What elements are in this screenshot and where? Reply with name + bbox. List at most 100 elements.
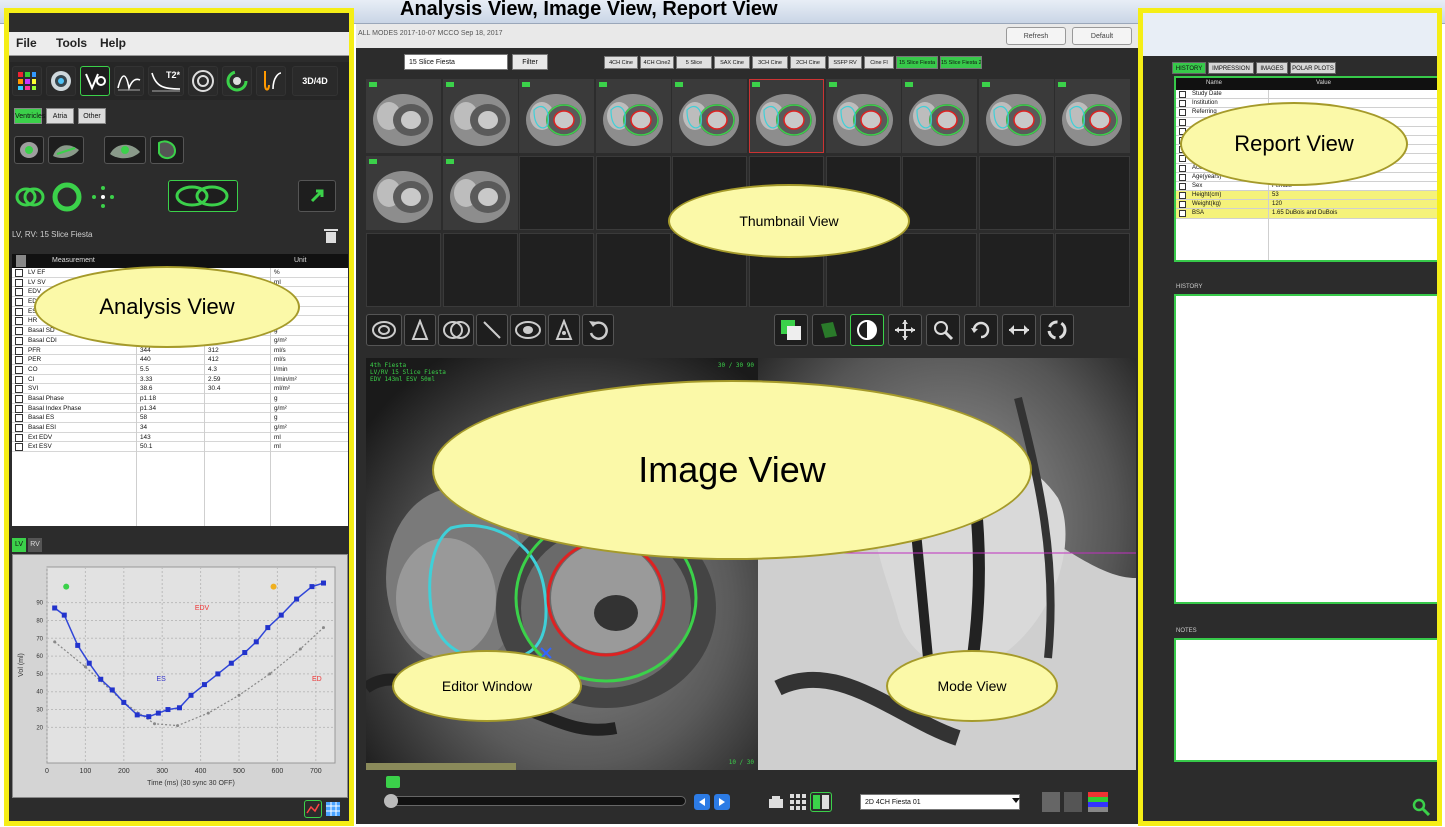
t2-star-icon[interactable]: T2* — [148, 66, 184, 96]
lv-epi-icon[interactable] — [50, 180, 84, 214]
row-checkbox[interactable] — [15, 317, 23, 326]
report-checkbox[interactable] — [1179, 173, 1186, 181]
view-mode-1-icon[interactable] — [1042, 792, 1060, 812]
thumbnail[interactable] — [366, 233, 441, 307]
3d4d-icon[interactable]: 3D/4D — [292, 66, 338, 96]
table-view-icon[interactable] — [324, 800, 342, 818]
3d-segment-icon[interactable] — [104, 136, 146, 164]
cine-slider[interactable] — [386, 796, 686, 806]
auto-segment-icon[interactable] — [48, 136, 84, 164]
report-checkbox[interactable] — [1179, 192, 1186, 200]
tab-impression[interactable]: IMPRESSION — [1208, 62, 1254, 74]
reset-icon[interactable] — [1040, 314, 1074, 346]
row-checkbox[interactable] — [15, 424, 23, 432]
flow-analysis-icon[interactable] — [256, 66, 286, 96]
series-chip[interactable]: 5 Slice — [676, 56, 712, 69]
thumbnail[interactable] — [595, 233, 671, 307]
endo-contour-icon[interactable] — [366, 314, 402, 346]
tab-history[interactable]: HISTORY — [1172, 62, 1206, 74]
thumbnail[interactable] — [366, 79, 441, 153]
mode-view-select[interactable]: 2D 4CH Fiesta 01 — [860, 794, 1020, 810]
thumbnail[interactable] — [442, 79, 518, 153]
filter-button[interactable]: Filter — [512, 54, 548, 70]
thumbnail[interactable] — [519, 233, 595, 307]
series-chip[interactable]: 3CH Cine — [752, 56, 788, 69]
graph-view-icon[interactable] — [304, 800, 322, 818]
zoom-icon[interactable] — [926, 314, 960, 346]
row-checkbox[interactable] — [15, 443, 23, 452]
report-value[interactable]: 53 — [1272, 191, 1279, 200]
thumbnail[interactable] — [519, 79, 595, 153]
table-row[interactable]: PER 440 412 ml/s — [12, 355, 348, 365]
rv-segment-icon[interactable] — [168, 180, 238, 212]
view-mode-2-icon[interactable] — [1064, 792, 1082, 812]
table-row[interactable]: SVI 38.6 30.4 ml/m² — [12, 384, 348, 394]
thumbnail[interactable] — [978, 156, 1054, 230]
function-icon[interactable] — [46, 66, 76, 96]
report-checkbox[interactable] — [1179, 210, 1186, 218]
series-chip[interactable]: 2CH Cine — [790, 56, 826, 69]
report-checkbox[interactable] — [1179, 182, 1186, 190]
points-icon[interactable] — [88, 182, 118, 212]
row-checkbox[interactable] — [15, 375, 23, 384]
thumbnail[interactable] — [749, 79, 824, 153]
report-checkbox[interactable] — [1179, 118, 1186, 126]
series-chip[interactable]: 15 Slice Fiesta 2 — [940, 56, 982, 69]
thumbnail[interactable] — [902, 79, 978, 153]
report-row[interactable]: Height(cm) 53 — [1176, 191, 1440, 201]
row-checkbox[interactable] — [15, 346, 23, 355]
myocardial-icon[interactable] — [188, 66, 218, 96]
report-checkbox[interactable] — [1179, 100, 1186, 108]
report-checkbox[interactable] — [1179, 91, 1186, 98]
report-row[interactable]: BSA 1.65 DuBois and DuBois — [1176, 209, 1440, 219]
menu-file[interactable]: File — [16, 36, 37, 50]
report-checkbox[interactable] — [1179, 164, 1186, 172]
report-checkbox[interactable] — [1179, 201, 1186, 209]
thumbnail[interactable] — [825, 79, 901, 153]
row-checkbox[interactable] — [15, 278, 23, 287]
series-chip[interactable]: SAX Cine — [714, 56, 750, 69]
undo-icon[interactable] — [582, 314, 614, 346]
lv-contour-icon[interactable] — [510, 314, 546, 346]
row-checkbox[interactable] — [15, 394, 23, 403]
row-checkbox[interactable] — [15, 269, 23, 277]
thumbnail[interactable] — [366, 156, 441, 230]
series-chip[interactable]: SSFP RV — [828, 56, 862, 69]
row-checkbox[interactable] — [15, 356, 23, 365]
tab-images[interactable]: IMAGES — [1256, 62, 1288, 74]
table-row[interactable]: Basal Phase p1.18 g — [12, 394, 348, 404]
default-button[interactable]: Default — [1072, 27, 1132, 45]
history-textarea[interactable] — [1174, 294, 1442, 604]
pull-contour-icon[interactable] — [548, 314, 580, 346]
notes-textarea[interactable] — [1174, 638, 1442, 762]
pen-contour-icon[interactable] — [404, 314, 436, 346]
report-row[interactable]: Weight(kg) 120 — [1176, 200, 1440, 210]
table-row[interactable]: CI 3.33 2.59 l/min/m² — [12, 375, 348, 385]
pulmonary-icon[interactable] — [222, 66, 252, 96]
layout-single-icon[interactable] — [766, 792, 786, 812]
menu-help[interactable]: Help — [100, 36, 126, 50]
table-row[interactable]: Ext ESV 50.1 ml — [12, 442, 348, 453]
thumbnail[interactable] — [978, 233, 1054, 307]
table-row[interactable]: CO 5.5 4.3 l/min — [12, 365, 348, 375]
thumbnail[interactable] — [595, 79, 671, 153]
thumbnail[interactable] — [1055, 233, 1131, 307]
contrast-icon[interactable] — [850, 314, 884, 346]
row-checkbox[interactable] — [15, 433, 23, 442]
pan-icon[interactable] — [888, 314, 922, 346]
table-row[interactable]: Basal ES 58 g — [12, 413, 348, 423]
arrow-tool-icon[interactable] — [298, 180, 336, 212]
tab-other[interactable]: Other — [78, 108, 106, 124]
trash-icon[interactable] — [324, 228, 338, 244]
signal-curve-icon[interactable] — [114, 66, 144, 96]
flip-icon[interactable] — [1002, 314, 1036, 346]
row-checkbox[interactable] — [15, 414, 23, 423]
series-chip[interactable]: Cine Fl — [864, 56, 894, 69]
thumbnail[interactable] — [595, 156, 671, 230]
row-checkbox[interactable] — [15, 336, 23, 345]
copy-contour-icon[interactable] — [774, 314, 808, 346]
tab-lv[interactable]: LV — [12, 538, 26, 552]
tab-atria[interactable]: Atria — [46, 108, 74, 124]
refresh-button[interactable]: Refresh — [1006, 27, 1066, 45]
menu-tools[interactable]: Tools — [56, 36, 87, 50]
